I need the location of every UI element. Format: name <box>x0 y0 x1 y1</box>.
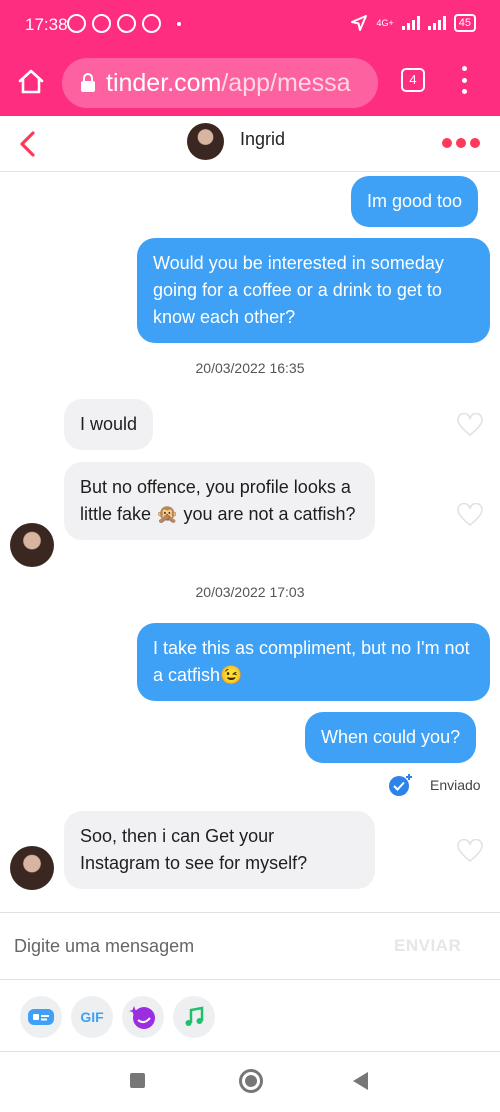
back-chevron-icon[interactable] <box>16 128 40 160</box>
back-button[interactable] <box>353 1072 368 1090</box>
message-outgoing: Would you be interested in someday going… <box>137 238 490 343</box>
sticker-button[interactable] <box>122 996 164 1038</box>
signal-icon-2 <box>427 16 446 30</box>
gif-button[interactable]: GIF <box>71 996 113 1038</box>
location-arrow-icon <box>351 15 368 31</box>
url-bar[interactable]: tinder.com/app/messa <box>62 58 378 108</box>
contact-avatar-small[interactable] <box>10 846 54 890</box>
battery-icon: 45 <box>453 14 476 32</box>
system-icons: 4G+ 45 <box>350 14 476 32</box>
message-composer: ENVIAR <box>0 912 500 980</box>
music-button[interactable] <box>173 996 215 1038</box>
contact-card-button[interactable] <box>20 996 62 1038</box>
lock-icon <box>81 73 95 92</box>
more-notifications-dot <box>177 21 181 26</box>
sent-status: Enviado <box>388 772 481 798</box>
whatsapp-icon <box>92 14 111 33</box>
send-button[interactable]: ENVIAR <box>394 936 461 956</box>
sent-label: Enviado <box>430 777 481 793</box>
url-domain: tinder.com <box>106 68 222 97</box>
signal-icon <box>401 16 420 30</box>
system-nav-bar <box>0 1053 500 1112</box>
message-outgoing: I take this as compliment, but no I'm no… <box>137 623 490 701</box>
contact-name[interactable]: Ingrid <box>240 129 285 150</box>
sticker-icon <box>129 1006 155 1029</box>
notification-icons <box>67 14 181 33</box>
more-options-icon[interactable] <box>442 138 480 148</box>
like-heart-icon[interactable] <box>457 413 483 437</box>
contact-avatar-small[interactable] <box>10 523 54 567</box>
like-heart-icon[interactable] <box>457 839 483 863</box>
url-path: /app/messa <box>221 68 351 97</box>
composer-tools: GIF <box>0 980 500 1052</box>
sent-check-icon <box>389 774 412 796</box>
home-icon[interactable] <box>16 66 46 96</box>
message-outgoing: When could you? <box>305 712 477 763</box>
like-heart-icon[interactable] <box>457 503 483 527</box>
contact-card-icon <box>28 1009 54 1025</box>
url-text: tinder.com/app/messa <box>106 69 351 98</box>
shield-app-icon <box>142 14 161 33</box>
message-incoming: Soo, then i can Get your Instagram to se… <box>64 811 375 889</box>
contact-avatar[interactable] <box>187 123 224 160</box>
message-incoming: I would <box>64 399 154 450</box>
network-type-label: 4G+ <box>376 18 394 28</box>
gif-label: GIF <box>80 1009 104 1025</box>
recents-button[interactable] <box>130 1073 145 1088</box>
home-button[interactable] <box>239 1069 263 1093</box>
browser-toolbar: tinder.com/app/messa 4 <box>0 52 500 116</box>
browser-menu-icon[interactable] <box>458 66 470 94</box>
status-bar: 17:38 4G+ 45 <box>0 0 500 52</box>
music-note-icon <box>185 1006 204 1026</box>
chat-header: Ingrid <box>0 116 500 172</box>
message-input[interactable] <box>14 931 354 961</box>
waze-icon <box>117 14 136 33</box>
message-incoming: But no offence, you profile looks a litt… <box>64 462 375 540</box>
alarm-icon <box>67 14 86 33</box>
message-outgoing: Im good too <box>351 176 479 227</box>
timestamp: 20/03/2022 17:03 <box>195 584 305 600</box>
tab-switcher-button[interactable]: 4 <box>401 68 425 92</box>
status-time: 17:38 <box>25 15 68 34</box>
timestamp: 20/03/2022 16:35 <box>195 360 305 376</box>
